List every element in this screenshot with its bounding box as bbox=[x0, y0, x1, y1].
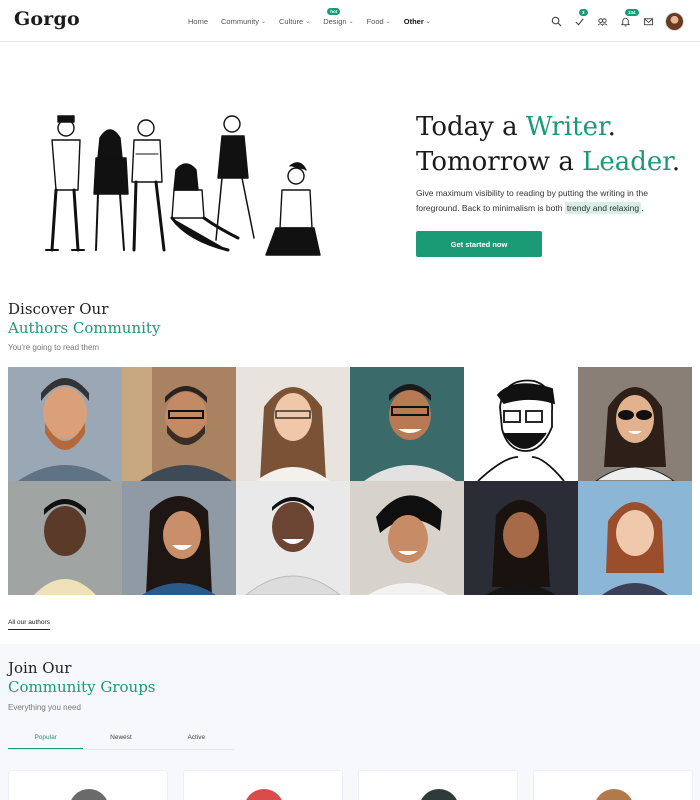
author-photo bbox=[8, 481, 122, 595]
author-card[interactable] bbox=[8, 481, 122, 595]
author-photo bbox=[122, 367, 236, 481]
author-photo bbox=[464, 367, 578, 481]
author-photo bbox=[350, 481, 464, 595]
bell-icon[interactable]: 134 bbox=[618, 8, 640, 28]
nav-other[interactable]: Other ⌄ bbox=[404, 17, 431, 26]
author-card[interactable] bbox=[122, 481, 236, 595]
community-tabs: Popular Newest Active bbox=[8, 730, 234, 750]
check-icon[interactable]: 3 bbox=[572, 8, 589, 28]
nav-community[interactable]: Community ⌄ bbox=[221, 17, 266, 26]
all-authors-link[interactable]: All our authors bbox=[8, 619, 50, 630]
author-card[interactable] bbox=[236, 367, 350, 481]
nav-community-label: Community bbox=[221, 16, 259, 26]
authors-subtitle: You're going to read them bbox=[8, 343, 100, 352]
author-photo bbox=[350, 367, 464, 481]
chevron-down-icon: ⌄ bbox=[348, 18, 354, 25]
group-card[interactable] bbox=[358, 770, 518, 800]
hero-title-line2-pre: Tomorrow a bbox=[416, 147, 583, 177]
community-title-line1: Join Our bbox=[8, 659, 72, 677]
tab-newest[interactable]: Newest bbox=[83, 730, 158, 749]
group-avatar bbox=[594, 789, 634, 800]
author-card[interactable] bbox=[350, 367, 464, 481]
hero-title-line2: Tomorrow a Leader. bbox=[416, 145, 680, 180]
group-card[interactable] bbox=[8, 770, 168, 800]
hero-title-line1: Today a Writer. bbox=[416, 110, 680, 145]
group-icon[interactable] bbox=[595, 14, 609, 28]
author-card[interactable] bbox=[464, 367, 578, 481]
author-photo bbox=[578, 481, 692, 595]
author-photo bbox=[578, 367, 692, 481]
community-subtitle: Everything you need bbox=[8, 703, 81, 712]
author-photo bbox=[8, 367, 122, 481]
author-photo bbox=[236, 481, 350, 595]
authors-title-line1: Discover Our bbox=[8, 300, 109, 318]
nav-home-label: Home bbox=[188, 16, 209, 26]
author-card[interactable] bbox=[578, 481, 692, 595]
nav-other-label: Other bbox=[403, 16, 424, 26]
author-card[interactable] bbox=[578, 367, 692, 481]
get-started-button[interactable]: Get started now bbox=[416, 231, 542, 257]
authors-grid bbox=[8, 367, 692, 595]
people-illustration bbox=[45, 115, 321, 256]
tab-active[interactable]: Active bbox=[159, 730, 234, 749]
group-avatar bbox=[244, 789, 284, 800]
hero-title: Today a Writer. Tomorrow a Leader. bbox=[416, 110, 680, 180]
hero-title-accent-writer: Writer bbox=[525, 112, 608, 142]
author-card[interactable] bbox=[8, 367, 122, 481]
nav-design-label: Design bbox=[323, 16, 347, 26]
mail-icon[interactable] bbox=[641, 14, 655, 28]
chevron-down-icon: ⌄ bbox=[260, 18, 266, 25]
hero-title-accent-leader: Leader bbox=[582, 147, 672, 177]
hero-desc-highlight: trendy and relaxing bbox=[564, 202, 642, 214]
chevron-down-icon: ⌄ bbox=[385, 18, 391, 25]
hero-description: Give maximum visibility to reading by pu… bbox=[416, 186, 686, 216]
author-photo bbox=[122, 481, 236, 595]
nav-home[interactable]: Home bbox=[188, 17, 208, 26]
hero-title-line1-pre: Today a bbox=[416, 112, 526, 142]
site-header: Gorgo Home Community ⌄ Culture ⌄ hot Design… bbox=[0, 0, 700, 42]
author-card[interactable] bbox=[236, 481, 350, 595]
chevron-down-icon: ⌄ bbox=[425, 18, 431, 25]
user-avatar[interactable] bbox=[665, 11, 684, 31]
group-avatar bbox=[69, 789, 109, 800]
search-icon[interactable] bbox=[549, 14, 563, 28]
author-photo bbox=[464, 481, 578, 595]
hero-title-line1-post: . bbox=[607, 112, 616, 142]
hero-title-line2-post: . bbox=[671, 147, 681, 177]
group-avatar bbox=[419, 789, 459, 800]
author-photo bbox=[236, 367, 350, 481]
author-card[interactable] bbox=[350, 481, 464, 595]
main-nav: Home Community ⌄ Culture ⌄ hot Design ⌄ Food… bbox=[188, 0, 444, 42]
nav-design[interactable]: hot Design ⌄ bbox=[323, 7, 354, 26]
nav-culture[interactable]: Culture ⌄ bbox=[279, 17, 310, 26]
nav-food[interactable]: Food ⌄ bbox=[367, 17, 391, 26]
authors-title-line2: Authors Community bbox=[8, 319, 161, 337]
nav-culture-label: Culture bbox=[278, 16, 304, 26]
site-logo[interactable]: Gorgo bbox=[14, 8, 80, 30]
tab-popular[interactable]: Popular bbox=[8, 730, 84, 749]
header-actions: 3 134 bbox=[540, 0, 684, 42]
group-card[interactable] bbox=[533, 770, 693, 800]
group-card[interactable] bbox=[183, 770, 343, 800]
community-title-line2: Community Groups bbox=[8, 678, 156, 696]
nav-food-label: Food bbox=[366, 16, 384, 26]
notification-count-badge: 134 bbox=[624, 8, 640, 17]
hot-badge: hot bbox=[327, 7, 341, 15]
chevron-down-icon: ⌄ bbox=[305, 18, 311, 25]
author-card[interactable] bbox=[122, 367, 236, 481]
check-count-badge: 3 bbox=[578, 8, 589, 17]
author-card[interactable] bbox=[464, 481, 578, 595]
hero-desc-end: . bbox=[641, 203, 644, 213]
